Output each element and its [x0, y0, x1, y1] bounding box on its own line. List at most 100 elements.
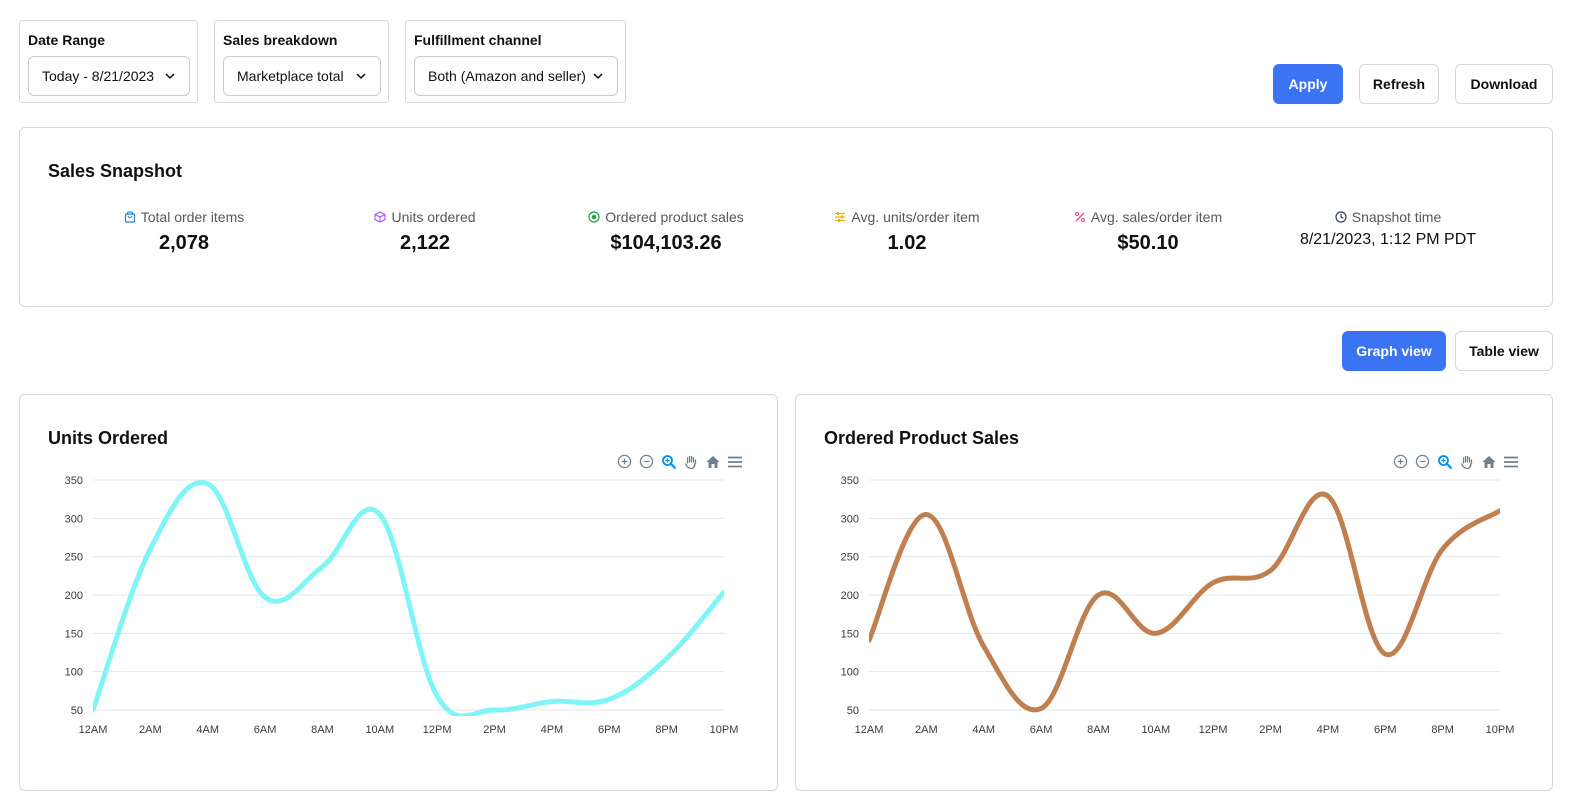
metric-value: 2,122 [399, 232, 451, 254]
chevron-down-icon [165, 73, 175, 80]
x-tick-label: 2AM [915, 724, 938, 736]
download-button[interactable]: Download [1455, 64, 1553, 104]
x-tick-label: 8PM [655, 724, 678, 736]
data-point[interactable] [1268, 567, 1274, 573]
data-point[interactable] [262, 594, 268, 600]
x-tick-label: 12AM [855, 724, 884, 736]
y-tick-label: 200 [841, 590, 859, 602]
x-tick-label: 6AM [254, 724, 277, 736]
y-tick-label: 150 [65, 628, 83, 640]
dollar-circle-icon [588, 211, 600, 223]
data-point[interactable] [434, 693, 440, 699]
zoom-out-icon[interactable] [1413, 452, 1432, 471]
y-tick-label: 350 [65, 475, 83, 487]
zoom-in-icon[interactable] [615, 452, 634, 471]
data-point[interactable] [1382, 651, 1388, 657]
refresh-button[interactable]: Refresh [1359, 64, 1439, 104]
zoom-in-icon[interactable] [1391, 452, 1410, 471]
data-point[interactable] [1325, 493, 1331, 499]
data-point[interactable] [319, 564, 325, 570]
x-tick-label: 4PM [541, 724, 564, 736]
metric-snapshot-time: Snapshot time 8/21/2023, 1:12 PM PDT [1268, 208, 1508, 249]
ordered-product-sales-chart[interactable]: 50 100 150 200 250 300 350 12AM 2AM 4AM 6AM 8AM 10AM… [816, 470, 1526, 750]
x-tick-label: 8AM [311, 724, 334, 736]
y-tick-label: 300 [841, 513, 859, 525]
zoom-out-icon[interactable] [637, 452, 656, 471]
x-tick-label: 2PM [1259, 724, 1282, 736]
x-tick-label: 4AM [196, 724, 219, 736]
data-point[interactable] [492, 707, 498, 713]
pan-hand-icon[interactable] [681, 452, 700, 471]
pan-hand-icon[interactable] [1457, 452, 1476, 471]
data-point[interactable] [205, 481, 211, 487]
chevron-down-icon [593, 73, 603, 80]
date-range-value: Today - 8/21/2023 [42, 68, 155, 84]
metric-label: Snapshot time [1351, 209, 1442, 225]
data-point[interactable] [866, 637, 872, 643]
graph-view-button[interactable]: Graph view [1342, 331, 1446, 371]
chart-toolbar [615, 452, 744, 471]
metric-ordered-product-sales: Ordered product sales $104,103.26 [546, 208, 786, 255]
data-point[interactable] [1210, 580, 1216, 586]
data-point[interactable] [721, 589, 727, 595]
x-tick-label: 8AM [1087, 724, 1110, 736]
units-ordered-chart[interactable]: 50 100 150 200 250 300 350 12AM 2AM 4AM 6AM 8AM 10AM… [40, 470, 750, 750]
menu-icon[interactable] [1501, 452, 1520, 471]
date-range-filter: Date Range Today - 8/21/2023 [19, 20, 198, 103]
data-point[interactable] [147, 546, 153, 552]
y-tick-label: 100 [841, 667, 859, 679]
data-point[interactable] [606, 696, 612, 702]
fulfillment-channel-select[interactable]: Both (Amazon and seller) [414, 56, 618, 96]
metric-label: Avg. units/order item [851, 209, 980, 225]
metric-total-order-items: Total order items 2,078 [64, 208, 304, 255]
table-view-button[interactable]: Table view [1455, 331, 1553, 371]
chart-title: Ordered Product Sales [824, 428, 1020, 448]
selection-zoom-icon[interactable] [1435, 452, 1454, 471]
date-range-select[interactable]: Today - 8/21/2023 [28, 56, 190, 96]
data-point[interactable] [981, 643, 987, 649]
y-tick-label: 50 [847, 705, 859, 717]
clock-icon [1335, 211, 1347, 223]
fulfillment-channel-value: Both (Amazon and seller) [428, 68, 586, 84]
fulfillment-channel-filter: Fulfillment channel Both (Amazon and sel… [405, 20, 626, 103]
metric-label: Ordered product sales [605, 209, 744, 225]
y-tick-label: 350 [841, 475, 859, 487]
data-point[interactable] [549, 699, 555, 705]
data-point[interactable] [1038, 705, 1044, 711]
metric-value: 1.02 [887, 232, 927, 254]
data-point[interactable] [377, 512, 383, 518]
data-point[interactable] [90, 707, 96, 713]
y-tick-label: 50 [71, 705, 83, 717]
data-point[interactable] [664, 656, 670, 662]
x-tick-label: 12PM [1199, 724, 1228, 736]
reset-home-icon[interactable] [703, 452, 722, 471]
menu-icon[interactable] [725, 452, 744, 471]
data-point[interactable] [1153, 630, 1159, 636]
chart-title: Units Ordered [48, 428, 169, 448]
sales-breakdown-filter: Sales breakdown Marketplace total [214, 20, 389, 103]
data-point[interactable] [1095, 592, 1101, 598]
sales-breakdown-select[interactable]: Marketplace total [223, 56, 381, 96]
sales-breakdown-label: Sales breakdown [223, 32, 338, 48]
x-tick-label: 12AM [79, 724, 108, 736]
x-tick-label: 2PM [483, 724, 506, 736]
apply-button[interactable]: Apply [1273, 64, 1343, 104]
series-line[interactable] [869, 491, 1500, 713]
selection-zoom-icon[interactable] [659, 452, 678, 471]
y-tick-label: 250 [65, 552, 83, 564]
metric-value: $104,103.26 [610, 232, 722, 254]
y-tick-label: 200 [65, 590, 83, 602]
y-tick-label: 250 [841, 552, 859, 564]
shopping-bag-icon [124, 211, 135, 223]
x-tick-label: 10AM [1141, 724, 1170, 736]
x-tick-label: 4AM [972, 724, 995, 736]
sales-snapshot-title: Sales Snapshot [48, 161, 183, 181]
x-tick-label: 4PM [1317, 724, 1340, 736]
data-point[interactable] [1497, 508, 1503, 514]
cube-icon [374, 211, 387, 223]
series-line[interactable] [93, 479, 724, 716]
data-point[interactable] [923, 512, 929, 518]
data-point[interactable] [1440, 546, 1446, 552]
metric-label: Avg. sales/order item [1090, 209, 1223, 225]
reset-home-icon[interactable] [1479, 452, 1498, 471]
